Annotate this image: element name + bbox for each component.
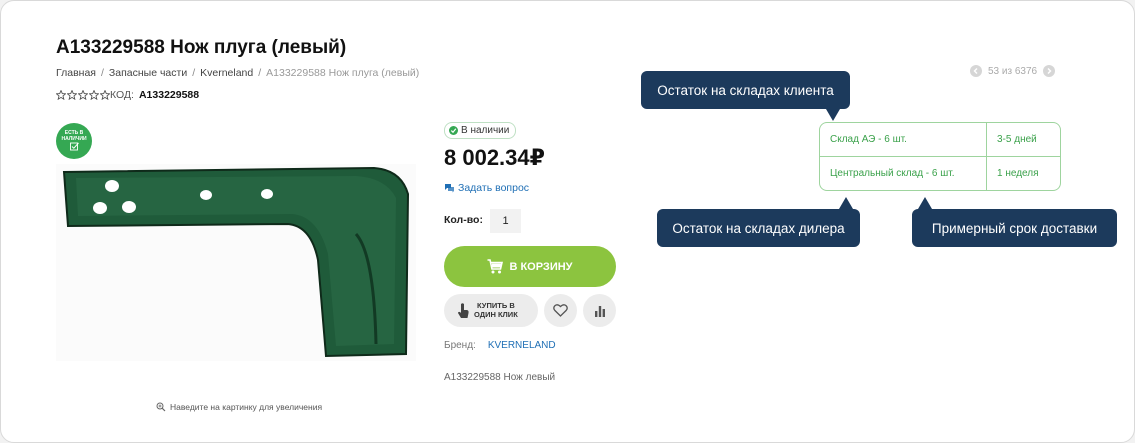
callout-pointer: [918, 197, 932, 209]
product-description: A133229588 Нож левый: [444, 372, 556, 383]
buy-one-click-button[interactable]: КУПИТЬ В ОДИН КЛИК: [444, 294, 538, 327]
callout-client-stock: Остаток на складах клиента: [641, 71, 850, 121]
pager-counter: 53 из 6376: [988, 65, 1038, 77]
buy-one-click-line-2: ОДИН КЛИК: [474, 309, 518, 319]
star-icon: [78, 90, 88, 100]
availability-text: В наличии: [461, 125, 510, 136]
add-to-cart-button[interactable]: В КОРЗИНУ: [444, 246, 616, 287]
product-price: 8 002.34₽: [444, 145, 545, 170]
callout-delivery-time: Примерный срок доставки: [912, 197, 1117, 247]
breadcrumb: Главная / Запасные части / Kverneland / …: [56, 67, 419, 79]
quantity-label: Кол-во:: [444, 214, 483, 226]
quantity-input[interactable]: [490, 209, 521, 233]
product-image[interactable]: [56, 164, 416, 361]
brand-link[interactable]: KVERNELAND: [488, 340, 556, 351]
check-icon: [449, 126, 458, 135]
chevron-right-icon[interactable]: [1043, 65, 1056, 77]
rating-stars[interactable]: [56, 90, 110, 100]
chevron-left-icon[interactable]: [970, 65, 982, 77]
stock-delivery-cell: 3-5 дней: [997, 134, 1037, 145]
callout-dealer-stock-text: Остаток на складах дилера: [672, 220, 845, 236]
chat-icon: [445, 184, 454, 193]
stock-delivery-cell: 1 неделя: [997, 168, 1039, 179]
product-card: A133229588 Нож плуга (левый) Главная / З…: [0, 0, 1135, 443]
sku-value: A133229588: [138, 89, 200, 101]
page-title: A133229588 Нож плуга (левый): [56, 37, 347, 58]
ask-question-link[interactable]: Задать вопрос: [444, 182, 529, 194]
stock-store-cell: Центральный склад - 6 шт.: [820, 157, 987, 190]
breadcrumb-separator: /: [192, 67, 196, 79]
compare-icon: [594, 305, 605, 317]
product-pager: 53 из 6376: [970, 65, 1056, 77]
callout-client-stock-text: Остаток на складах клиента: [657, 82, 834, 98]
star-icon: [56, 90, 66, 100]
hand-pointer-icon: [458, 302, 469, 318]
star-icon: [89, 90, 99, 100]
star-icon: [100, 90, 110, 100]
callout-pointer: [826, 109, 840, 121]
breadcrumb-home[interactable]: Главная: [56, 67, 96, 79]
stock-store-cell: Склад АЭ - 6 шт.: [820, 123, 987, 156]
zoom-icon: [156, 402, 166, 412]
callout-delivery-time-text: Примерный срок доставки: [931, 220, 1098, 236]
ask-question-text: Задать вопрос: [458, 182, 530, 194]
breadcrumb-spare-parts[interactable]: Запасные части: [109, 67, 187, 79]
in-stock-badge: ЕСТЬ В НАЛИЧИИ: [56, 123, 92, 159]
table-row: Центральный склад - 6 шт. 1 неделя: [820, 156, 1060, 190]
sku-label: КОД:: [110, 89, 134, 101]
compare-button[interactable]: [583, 294, 616, 327]
breadcrumb-brand[interactable]: Kverneland: [200, 67, 253, 79]
zoom-hint-text: Наведите на картинку для увеличения: [170, 402, 323, 412]
table-row: Склад АЭ - 6 шт. 3-5 дней: [820, 123, 1060, 156]
add-to-cart-label: В КОРЗИНУ: [509, 260, 573, 273]
wishlist-button[interactable]: [544, 294, 577, 327]
check-icon: [69, 142, 79, 151]
brand-label: Бренд:: [444, 340, 476, 351]
zoom-hint: Наведите на картинку для увеличения: [156, 402, 322, 412]
stock-table: Склад АЭ - 6 шт. 3-5 дней Центральный ск…: [819, 122, 1061, 191]
rating-row: КОД: A133229588: [56, 89, 199, 101]
breadcrumb-separator: /: [258, 67, 262, 79]
cart-icon: [487, 259, 504, 274]
callout-pointer: [839, 197, 853, 209]
brand-row: Бренд: KVERNELAND: [444, 340, 556, 351]
star-icon: [67, 90, 77, 100]
availability-badge: В наличии: [444, 122, 517, 139]
callout-dealer-stock: Остаток на складах дилера: [657, 197, 860, 247]
heart-icon: [553, 304, 568, 317]
breadcrumb-current: A133229588 Нож плуга (левый): [266, 67, 420, 79]
breadcrumb-separator: /: [100, 67, 104, 79]
buy-one-click-label: КУПИТЬ В ОДИН КЛИК: [474, 301, 518, 319]
